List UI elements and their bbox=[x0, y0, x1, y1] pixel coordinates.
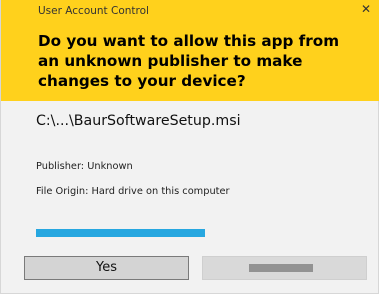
close-icon[interactable]: ✕ bbox=[359, 2, 373, 16]
yes-button[interactable]: Yes bbox=[24, 256, 189, 280]
no-button-placeholder bbox=[249, 264, 313, 272]
uac-dialog: User Account Control ✕ Do you want to al… bbox=[0, 0, 379, 294]
no-button[interactable] bbox=[202, 256, 367, 280]
publisher-text: Publisher: Unknown bbox=[36, 161, 133, 172]
window-title: User Account Control bbox=[38, 5, 149, 17]
dialog-header: User Account Control ✕ Do you want to al… bbox=[1, 0, 379, 101]
progress-bar bbox=[36, 229, 205, 237]
progress-fill bbox=[36, 229, 205, 237]
permission-question: Do you want to allow this app from an un… bbox=[38, 32, 340, 90]
file-origin-text: File Origin: Hard drive on this computer bbox=[36, 186, 230, 197]
file-name: C:\...\BaurSoftwareSetup.msi bbox=[36, 113, 241, 129]
